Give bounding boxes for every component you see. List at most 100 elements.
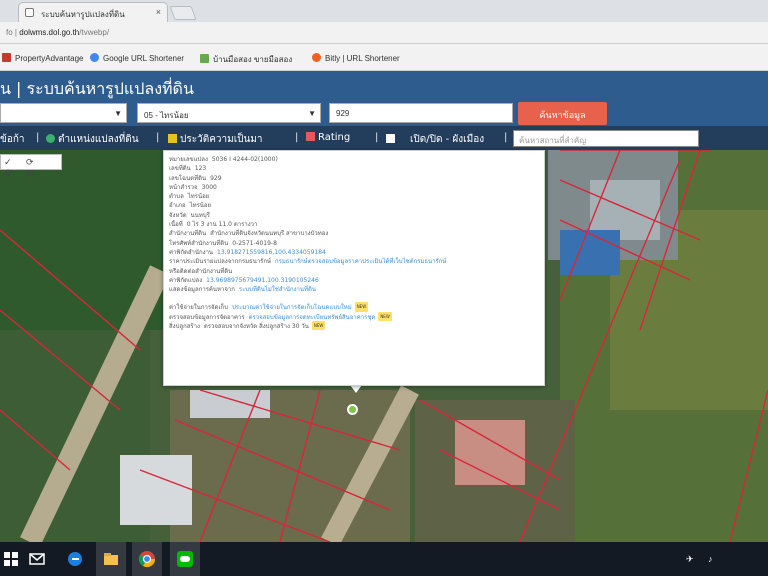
popup-row-label: สำนักงานที่ดิน [169, 230, 207, 238]
volume-icon[interactable]: ♪ [708, 554, 713, 564]
popup-row: หน้าสำรวจ 3000 [169, 183, 539, 192]
line-button[interactable] [170, 542, 200, 576]
popup-gap [169, 294, 539, 302]
browser-tab-strip: ระบบค้นหารูปแปลงที่ดิน × [0, 0, 768, 22]
popup-row-label: เลขที่ดิน [169, 165, 191, 173]
district-select-value: 05 - ไทรน้อย [144, 111, 189, 120]
popup-row-link[interactable]: กรมธนารักษ์ตรวจสอบข้อมูลราคาประเมินได้ที… [275, 258, 446, 265]
popup-row: อำเภอ ไทรน้อย [169, 201, 539, 210]
toolbar-item-home[interactable]: ข้อก้า [0, 132, 25, 147]
mail-icon[interactable] [28, 550, 46, 568]
screen: ระบบค้นหารูปแปลงที่ดิน × fo | dolwms.dol… [0, 0, 768, 576]
app-header: น | ระบบค้นหารูปแปลงที่ดิน [0, 71, 768, 101]
new-badge: NEW [354, 302, 369, 312]
popup-row-label: เลขโฉนดที่ดิน [169, 174, 207, 182]
toolbar-item-label: ประวัติความเป็นมา [180, 134, 263, 145]
popup-row-link[interactable]: 13.918271559816,100.4334059184 [217, 249, 326, 256]
popup-row-label: จังหวัด [169, 211, 187, 219]
popup-row-value: 0-2571-4019-8 [232, 239, 277, 247]
new-tab-button[interactable] [169, 6, 197, 20]
search-button[interactable]: ค้นหาข้อมูล [518, 102, 607, 125]
popup-row: ราคาประเมินรายแปลงจากกรมธนารักษ์ กรมธนารั… [169, 257, 539, 266]
popup-row-value: 123 [194, 165, 207, 173]
search-row: ▼ 05 - ไทรน้อย ▼ 929 ค้นหาข้อมูล [0, 101, 768, 126]
file-explorer-button[interactable] [96, 542, 126, 576]
checkbox-icon[interactable] [386, 134, 395, 143]
toolbar-item-rating[interactable]: Rating [306, 132, 350, 143]
popup-row: ตำบล ไทรน้อย [169, 192, 539, 201]
bookmark-baan-mue-song[interactable]: บ้านมือสอง ขายมือสอง [200, 53, 292, 66]
bookmark-bitly[interactable]: Bitly | URL Shortener [312, 53, 400, 63]
toolbar-item-parcel-location[interactable]: ตำแหน่งแปลงที่ดิน [46, 132, 139, 147]
toolbar-item-label: เปิด/ปิด - ผังเมือง [410, 134, 485, 145]
popup-row-link[interactable]: ระบบที่ดินไม่ใช่สำนักงานที่ดิน [239, 286, 316, 293]
taskbar: ✈ ♪ [0, 542, 768, 576]
popup-row: หมายเลขแปลง 5036 I 4244-02(1000) [169, 155, 539, 164]
parcel-marker-icon[interactable] [347, 404, 358, 415]
popup-row: เนื้อที่ 0 ไร่ 3 งาน 11.0 ตารางวา [169, 220, 539, 229]
popup-row-value: นนทบุรี [190, 211, 210, 219]
popup-row: แสดงข้อมูลการค้นหาจาก ระบบที่ดินไม่ใช่สำน… [169, 285, 539, 294]
map-toolbar: ข้อก้า | ตำแหน่งแปลงที่ดิน | ประวัติความ… [0, 126, 768, 150]
popup-row-label: โทรศัพท์สำนักงานที่ดิน [169, 239, 229, 247]
map-controls[interactable]: ✓ ⟳ ⚙ ⊞ [0, 154, 62, 178]
parcel-extra-list: ค่าใช้จ่ายในการจัดเก็บ ประมาณค่าใช้จ่ายใน… [169, 302, 539, 331]
toolbar-item-history[interactable]: ประวัติความเป็นมา [168, 132, 263, 147]
popup-row-value: 0 ไร่ 3 งาน 11.0 ตารางวา [186, 221, 258, 229]
url-field[interactable]: fo | dolwms.dol.go.th/tvwebp/ [0, 25, 768, 41]
popup-row-value: ตรวจสอบจากจังหวัด สิ่งปลูกสร้าง 30 วัน [203, 323, 309, 331]
url-host: dolwms.dol.go.th [19, 28, 80, 37]
windows-icon[interactable] [2, 550, 20, 568]
popup-row-link[interactable]: ตรวจสอบข้อมูลการจดทะเบียนทรัพย์สินอาคารช… [249, 314, 376, 321]
toolbar-item-label: ตำแหน่งแปลงที่ดิน [58, 134, 139, 145]
popup-row-label: ค่าใช้จ่ายในการจัดเก็บ [169, 304, 228, 312]
popup-row-label: หรือติดต่อสำนักงานที่ดิน [169, 267, 233, 275]
popup-row-value: 5036 I 4244-02(1000) [211, 156, 278, 163]
toolbar-separator: | [36, 132, 40, 143]
toolbar-item-city-plan-toggle[interactable]: เปิด/ปิด - ผังเมือง [386, 132, 484, 147]
popup-row-label: หน้าสำรวจ [169, 183, 198, 191]
new-badge: NEW [311, 321, 326, 331]
rating-icon [306, 132, 315, 141]
popup-row-link[interactable]: ประมาณค่าใช้จ่ายในการจัดเก็บโฉนดแบบใหม่ [232, 304, 352, 311]
popup-row-label: แสดงข้อมูลการค้นหาจาก [169, 286, 235, 294]
place-search-input[interactable]: ค้นหาสถานที่สำคัญ [513, 130, 699, 147]
browser-tab-title: ระบบค้นหารูปแปลงที่ดิน [41, 10, 125, 19]
popup-row: โทรศัพท์สำนักงานที่ดิน 0-2571-4019-8 [169, 239, 539, 248]
popup-row-value: 3000 [201, 183, 217, 191]
parcel-number-input[interactable]: 929 [329, 103, 513, 123]
popup-row: จังหวัด นนทบุรี [169, 211, 539, 220]
bookmark-google-url-shortener[interactable]: Google URL Shortener [90, 53, 184, 63]
history-icon [168, 134, 177, 143]
house-icon [200, 54, 209, 63]
popup-row: สำนักงานที่ดิน สำนักงานที่ดินจังหวัดนนทบุ… [169, 229, 539, 238]
toolbar-separator: | [504, 132, 508, 143]
close-tab-icon[interactable]: × [156, 7, 161, 17]
bookmark-icon [2, 53, 11, 62]
url-path: /tvwebp/ [79, 28, 110, 37]
page-favicon-icon [25, 8, 34, 17]
district-select[interactable]: 05 - ไทรน้อย ▼ [137, 103, 321, 123]
popup-row: ค่าใช้จ่ายในการจัดเก็บ ประมาณค่าใช้จ่ายใน… [169, 302, 539, 312]
bookmark-label: Google URL Shortener [103, 54, 185, 63]
browser-tab[interactable]: ระบบค้นหารูปแปลงที่ดิน × [18, 2, 168, 22]
location-icon [46, 134, 55, 143]
bookmark-propertyadvantage[interactable]: PropertyAdvantage [2, 53, 84, 63]
parcel-info-popup: หมายเลขแปลง 5036 I 4244-02(1000) เลขที่ดิน… [163, 150, 545, 386]
toolbar-item-label: ข้อก้า [0, 134, 25, 145]
popup-row-label: ตรวจสอบข้อมูลการจัดอาคาร [169, 313, 245, 321]
popup-row-link[interactable]: 13.9698975679491,100.3190105246 [206, 277, 319, 284]
network-icon[interactable]: ✈ [686, 554, 694, 565]
popup-row: เลขที่ดิน 123 [169, 164, 539, 173]
popup-row-label: อำเภอ [169, 202, 186, 210]
popup-row-label: ค่าพิกัดแปลง [169, 276, 203, 284]
new-badge: NEW [378, 311, 392, 322]
province-select[interactable]: ▼ [0, 103, 127, 123]
chrome-button[interactable] [132, 542, 162, 576]
app-title: น | ระบบค้นหารูปแปลงที่ดิน [0, 79, 194, 98]
popup-row: สิ่งปลูกสร้าง ตรวจสอบจากจังหวัด สิ่งปลูกส… [169, 321, 539, 331]
popup-row: ค่าพิกัดแปลง 13.9698975679491,100.3190105… [169, 276, 539, 285]
toolbar-separator: | [375, 132, 379, 143]
edge-icon[interactable] [66, 550, 84, 568]
popup-pointer [350, 385, 362, 393]
